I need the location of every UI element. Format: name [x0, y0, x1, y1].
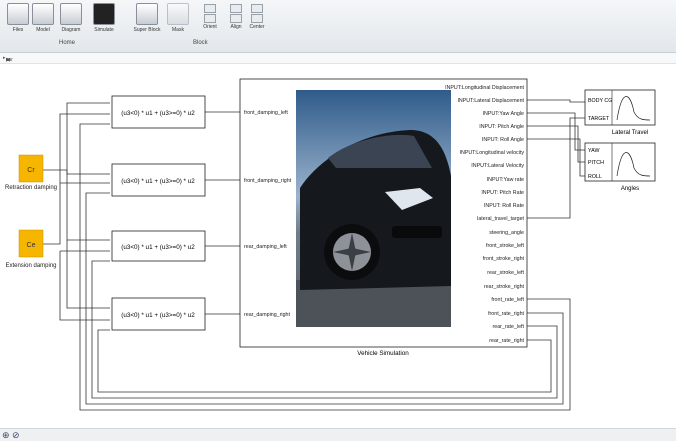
port-yaw-angle[interactable]: INPUT:Yaw Angle [483, 111, 524, 117]
lateral-travel-title: Lateral Travel [612, 130, 648, 136]
simulate-button[interactable]: Simulate [88, 3, 120, 33]
super-block-label: Super Block [133, 27, 161, 33]
port-pitch-rate[interactable]: INPUT: Pitch Rate [481, 190, 524, 196]
scope-port-yaw[interactable]: YAW [588, 148, 599, 154]
port-rear-stroke-right[interactable]: rear_stroke_right [484, 284, 525, 290]
model-label: Model [36, 27, 50, 33]
port-rear-damping-right[interactable]: rear_damping_right [244, 312, 290, 318]
extension-damping-symbol: Ce [27, 242, 36, 249]
simulate-label: Simulate [94, 27, 114, 33]
retraction-damping-symbol: Cr [27, 167, 35, 174]
port-front-damping-left[interactable]: front_damping_left [244, 110, 288, 116]
port-steering-angle[interactable]: steering_angle [489, 230, 524, 236]
port-lateral-displacement[interactable]: INPUT:Lateral Displacement [457, 98, 524, 104]
play-icon [93, 3, 115, 25]
diagram-label: Diagram [61, 27, 81, 33]
status-bar: ⊕ ⊘ [0, 428, 676, 441]
scope-port-pitch[interactable]: PITCH [588, 160, 604, 166]
port-rear-damping-left[interactable]: rear_damping_left [244, 244, 287, 250]
breadcrumb: ◀ ▶ ↑ ▸ car [0, 53, 676, 64]
mask-icon [167, 3, 189, 25]
scope-port-roll[interactable]: ROLL [588, 174, 602, 180]
super-block-button[interactable]: Super Block [131, 3, 163, 33]
expr-block-3-text: (u3<0) * u1 + (u3>=0) * u2 [121, 244, 195, 251]
expr-block-1-text: (u3<0) * u1 + (u3>=0) * u2 [121, 110, 195, 117]
center-icon [251, 4, 263, 13]
zoom-in-icon[interactable]: ⊕ [2, 430, 10, 441]
align-button[interactable]: Align [226, 4, 246, 30]
orient-label: Orient [203, 24, 217, 30]
port-rear-rate-left[interactable]: rear_rate_left [492, 324, 524, 330]
retraction-damping-label: Retraction damping [5, 185, 57, 191]
diagram-button[interactable]: Diagram [55, 3, 87, 33]
scope-port-body-cg[interactable]: BODY CG [588, 98, 612, 104]
toolbar-ribbon: Files Model Diagram Simulate Super Block… [0, 0, 676, 53]
port-front-stroke-left[interactable]: front_stroke_left [486, 243, 525, 249]
orient-icon [204, 4, 216, 13]
diagram-icon [60, 3, 82, 25]
port-front-rate-right[interactable]: front_rate_right [488, 311, 524, 317]
port-roll-angle[interactable]: INPUT: Roll Angle [482, 137, 524, 143]
expr-block-2-text: (u3<0) * u1 + (u3>=0) * u2 [121, 178, 195, 185]
center-label: Center [249, 24, 265, 30]
port-lateral-travel-target[interactable]: lateral_travel_target [477, 216, 524, 222]
group-home-label: Home [59, 40, 76, 46]
car-image [296, 90, 451, 327]
vehicle-simulation-title: Vehicle Simulation [357, 350, 409, 357]
orient-icon-2 [204, 14, 216, 23]
super-block-icon [136, 3, 158, 25]
port-longitudinal-displacement[interactable]: INPUT:Longitudinal Displacement [445, 85, 524, 91]
zoom-fit-icon[interactable]: ⊘ [12, 430, 20, 441]
breadcrumb-item[interactable]: car [6, 57, 13, 63]
align-icon [230, 4, 242, 13]
port-yaw-rate[interactable]: INPUT:Yaw rate [487, 177, 524, 183]
port-roll-rate[interactable]: INPUT: Roll Rate [484, 203, 524, 209]
center-button[interactable]: Center [247, 4, 267, 30]
files-label: Files [12, 27, 24, 33]
center-icon-2 [251, 14, 263, 23]
mask-label: Mask [172, 27, 184, 33]
extension-damping-label: Extension damping [5, 263, 56, 269]
scope-port-target[interactable]: TARGET [588, 116, 610, 122]
port-front-rate-left[interactable]: front_rate_left [491, 297, 524, 303]
port-longitudinal-velocity[interactable]: INPUT:Longitudinal velocity [460, 150, 525, 156]
model-icon [32, 3, 54, 25]
port-rear-stroke-left[interactable]: rear_stroke_left [487, 270, 524, 276]
align-icon-2 [230, 14, 242, 23]
orient-button[interactable]: Orient [200, 4, 220, 30]
angles-title: Angles [621, 186, 639, 192]
port-pitch-angle[interactable]: INPUT: Pitch Angle [479, 124, 524, 130]
expr-block-4-text: (u3<0) * u1 + (u3>=0) * u2 [121, 312, 195, 319]
mask-button[interactable]: Mask [162, 3, 194, 33]
port-rear-rate-right[interactable]: rear_rate_right [489, 338, 524, 344]
files-icon [7, 3, 29, 25]
align-label: Align [230, 24, 242, 30]
port-lateral-velocity[interactable]: INPUT:Lateral Velocity [471, 163, 524, 169]
diagram-canvas: Cr Retraction damping Ce Extension dampi… [5, 78, 656, 411]
port-front-damping-right[interactable]: front_damping_right [244, 178, 292, 184]
port-front-stroke-right[interactable]: front_stroke_right [483, 256, 525, 262]
group-block-label: Block [193, 40, 208, 46]
